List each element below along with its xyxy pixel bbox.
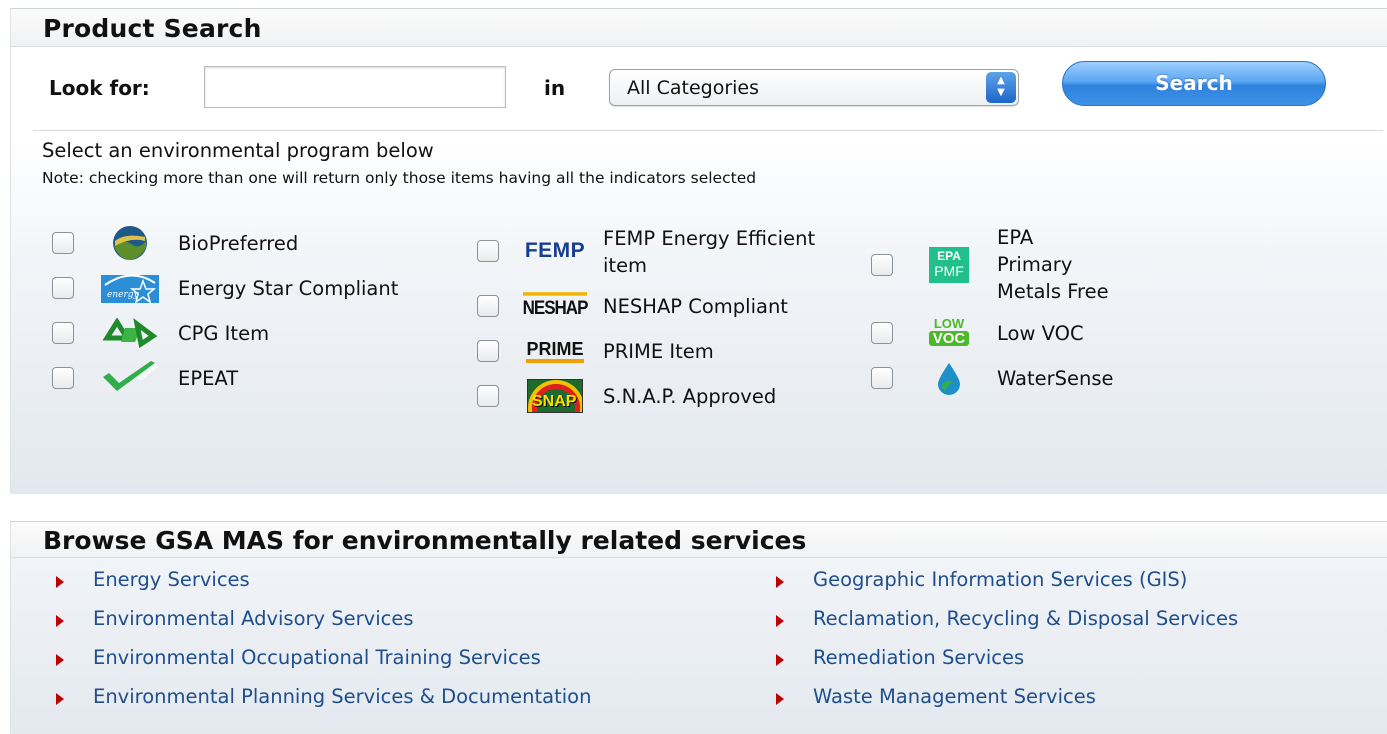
- femp-logo-icon: FEMP: [524, 239, 586, 262]
- cpg-label: CPG Item: [178, 322, 270, 345]
- red-arrow-bullet-icon: [56, 576, 64, 588]
- look-for-label: Look for:: [49, 76, 150, 100]
- watersense-label: WaterSense: [997, 367, 1114, 390]
- prime-logo-icon: PRIME: [525, 334, 585, 368]
- red-arrow-bullet-icon: [776, 615, 784, 627]
- waste-management-link[interactable]: Waste Management Services: [813, 685, 1096, 708]
- program-heading: Select an environmental program below: [42, 139, 434, 162]
- epeat-checkbox[interactable]: [52, 367, 74, 389]
- product-search-panel: Product Search Look for: in All Categori…: [10, 8, 1387, 494]
- reclamation-recycling-link[interactable]: Reclamation, Recycling & Disposal Servic…: [813, 607, 1238, 630]
- low-voc-logo-icon: LOW VOC: [919, 316, 979, 350]
- program-note: Note: checking more than one will return…: [42, 169, 757, 187]
- energy-services-link[interactable]: Energy Services: [93, 568, 250, 591]
- red-arrow-bullet-icon: [776, 576, 784, 588]
- environmental-advisory-link[interactable]: Environmental Advisory Services: [93, 607, 413, 630]
- search-input[interactable]: [204, 66, 506, 108]
- category-select-value: All Categories: [627, 77, 760, 99]
- category-select[interactable]: All Categories ▲ ▼: [609, 69, 1019, 106]
- watersense-drop-logo-icon: [919, 361, 979, 395]
- biopreferred-label: BioPreferred: [178, 232, 299, 255]
- femp-label: FEMP Energy Efficient item: [603, 227, 816, 277]
- low-voc-checkbox[interactable]: [871, 322, 893, 344]
- in-label: in: [544, 76, 566, 100]
- femp-checkbox[interactable]: [477, 240, 499, 262]
- svg-text:energy: energy: [107, 290, 140, 300]
- product-search-title: Product Search: [43, 14, 262, 43]
- neshap-checkbox[interactable]: [477, 295, 499, 317]
- select-updown-arrows-icon: ▲ ▼: [986, 72, 1016, 103]
- browse-header: Browse GSA MAS for environmentally relat…: [11, 522, 1387, 558]
- energy-star-label: Energy Star Compliant: [178, 277, 399, 300]
- divider: [33, 130, 1383, 131]
- environmental-training-link[interactable]: Environmental Occupational Training Serv…: [93, 646, 541, 669]
- biopreferred-logo-icon: [100, 226, 160, 260]
- watersense-checkbox[interactable]: [871, 367, 893, 389]
- product-search-header: Product Search: [11, 9, 1387, 47]
- epa-pmf-logo-icon: EPA PMF: [919, 247, 979, 283]
- environmental-planning-link[interactable]: Environmental Planning Services & Docume…: [93, 685, 591, 708]
- browse-services-panel: Browse GSA MAS for environmentally relat…: [10, 521, 1387, 734]
- gis-services-link[interactable]: Geographic Information Services (GIS): [813, 568, 1187, 591]
- biopreferred-checkbox[interactable]: [52, 232, 74, 254]
- neshap-label: NESHAP Compliant: [603, 295, 788, 318]
- epa-pmf-checkbox[interactable]: [871, 254, 893, 276]
- snap-logo-icon: SNAP: [525, 379, 585, 413]
- red-arrow-bullet-icon: [776, 693, 784, 705]
- energy-star-checkbox[interactable]: [52, 277, 74, 299]
- epeat-logo-icon: epeat: [100, 361, 160, 395]
- cpg-recycle-logo-icon: [100, 316, 160, 350]
- neshap-logo-icon: NESHAP: [522, 289, 588, 323]
- epeat-label: EPEAT: [178, 367, 239, 390]
- search-button[interactable]: Search: [1062, 61, 1326, 106]
- prime-checkbox[interactable]: [477, 340, 499, 362]
- red-arrow-bullet-icon: [56, 693, 64, 705]
- browse-title: Browse GSA MAS for environmentally relat…: [43, 526, 807, 555]
- red-arrow-bullet-icon: [776, 654, 784, 666]
- low-voc-label: Low VOC: [997, 322, 1084, 345]
- remediation-services-link[interactable]: Remediation Services: [813, 646, 1024, 669]
- red-arrow-bullet-icon: [56, 615, 64, 627]
- red-arrow-bullet-icon: [56, 654, 64, 666]
- prime-label: PRIME Item: [603, 340, 714, 363]
- snap-checkbox[interactable]: [477, 385, 499, 407]
- cpg-checkbox[interactable]: [52, 322, 74, 344]
- snap-label: S.N.A.P. Approved: [603, 385, 777, 408]
- epa-pmf-label: EPA Primary Metals Free: [997, 226, 1109, 303]
- energy-star-logo-icon: energy: [100, 271, 160, 305]
